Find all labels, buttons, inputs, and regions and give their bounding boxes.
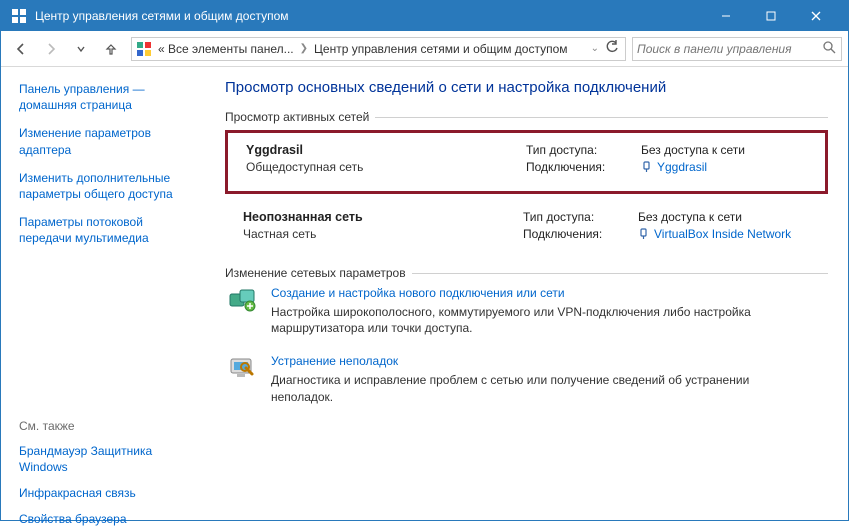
ethernet-icon: [638, 228, 650, 243]
access-value: Без доступа к сети: [638, 210, 742, 224]
breadcrumb-seg-2[interactable]: Центр управления сетями и общим доступом: [310, 42, 572, 56]
sidebar-home[interactable]: Панель управления — домашняя страница: [19, 81, 191, 113]
sidebar-streaming[interactable]: Параметры потоковой передачи мультимедиа: [19, 214, 191, 246]
network-entry-highlighted: Yggdrasil Общедоступная сеть Тип доступа…: [225, 130, 828, 194]
minimize-button[interactable]: [703, 1, 748, 31]
window-titlebar: Центр управления сетями и общим доступом: [1, 1, 848, 31]
task-new-connection-link[interactable]: Создание и настройка нового подключения …: [271, 286, 565, 300]
sidebar-adapter-settings[interactable]: Изменение параметров адаптера: [19, 125, 191, 157]
sidebar: Панель управления — домашняя страница Из…: [1, 67, 201, 520]
control-panel-icon: [136, 41, 152, 57]
task-troubleshoot-desc: Диагностика и исправление проблем с сеть…: [271, 372, 771, 404]
chevron-right-icon[interactable]: ❯: [298, 43, 310, 54]
active-networks-title: Просмотр активных сетей: [225, 110, 369, 124]
maximize-button[interactable]: [748, 1, 793, 31]
breadcrumb-seg-1[interactable]: « Все элементы панел...: [154, 42, 298, 56]
sidebar-infrared[interactable]: Инфракрасная связь: [19, 485, 191, 501]
address-bar[interactable]: « Все элементы панел... ❯ Центр управлен…: [131, 37, 626, 61]
network-entry: Неопознанная сеть Частная сеть Тип досту…: [225, 206, 828, 258]
new-connection-icon: [225, 286, 259, 336]
sidebar-browser[interactable]: Свойства браузера: [19, 511, 191, 527]
task-troubleshoot: Устранение неполадок Диагностика и испра…: [225, 354, 828, 404]
task-new-connection: Создание и настройка нового подключения …: [225, 286, 828, 336]
sidebar-firewall[interactable]: Брандмауэр Защитника Windows: [19, 443, 191, 475]
sidebar-spacer: [19, 259, 191, 419]
refresh-button[interactable]: [601, 40, 623, 57]
history-dropdown-icon[interactable]: ⌄: [589, 43, 601, 54]
toolbar: « Все элементы панел... ❯ Центр управлен…: [1, 31, 848, 67]
window-title: Центр управления сетями и общим доступом: [35, 9, 703, 23]
ethernet-icon: [641, 161, 653, 176]
app-icon: [11, 8, 27, 24]
conn-label: Подключения:: [526, 160, 641, 176]
content: Просмотр основных сведений о сети и наст…: [201, 67, 848, 520]
back-button[interactable]: [7, 35, 35, 63]
troubleshoot-icon: [225, 354, 259, 404]
connection-link[interactable]: VirtualBox Inside Network: [654, 227, 791, 241]
active-networks-header: Просмотр активных сетей: [225, 110, 828, 124]
search-box[interactable]: [632, 37, 842, 61]
page-heading: Просмотр основных сведений о сети и наст…: [225, 79, 828, 96]
up-button[interactable]: [97, 35, 125, 63]
access-label: Тип доступа:: [523, 210, 638, 224]
change-settings-header: Изменение сетевых параметров: [225, 266, 828, 280]
change-settings-title: Изменение сетевых параметров: [225, 266, 406, 280]
network-name: Yggdrasil: [246, 143, 526, 157]
see-also-title: См. также: [19, 419, 191, 433]
network-type: Частная сеть: [243, 227, 523, 241]
task-troubleshoot-link[interactable]: Устранение неполадок: [271, 354, 398, 368]
search-input[interactable]: [637, 42, 821, 56]
network-type: Общедоступная сеть: [246, 160, 526, 174]
body: Панель управления — домашняя страница Из…: [1, 67, 848, 520]
sidebar-sharing-settings[interactable]: Изменить дополнительные параметры общего…: [19, 170, 191, 202]
forward-button[interactable]: [37, 35, 65, 63]
recent-dropdown[interactable]: [67, 35, 95, 63]
network-name: Неопознанная сеть: [243, 210, 523, 224]
conn-label: Подключения:: [523, 227, 638, 243]
task-new-connection-desc: Настройка широкополосного, коммутируемог…: [271, 304, 771, 336]
close-button[interactable]: [793, 1, 838, 31]
access-value: Без доступа к сети: [641, 143, 745, 157]
access-label: Тип доступа:: [526, 143, 641, 157]
connection-link[interactable]: Yggdrasil: [657, 160, 707, 174]
search-icon[interactable]: [821, 41, 837, 57]
